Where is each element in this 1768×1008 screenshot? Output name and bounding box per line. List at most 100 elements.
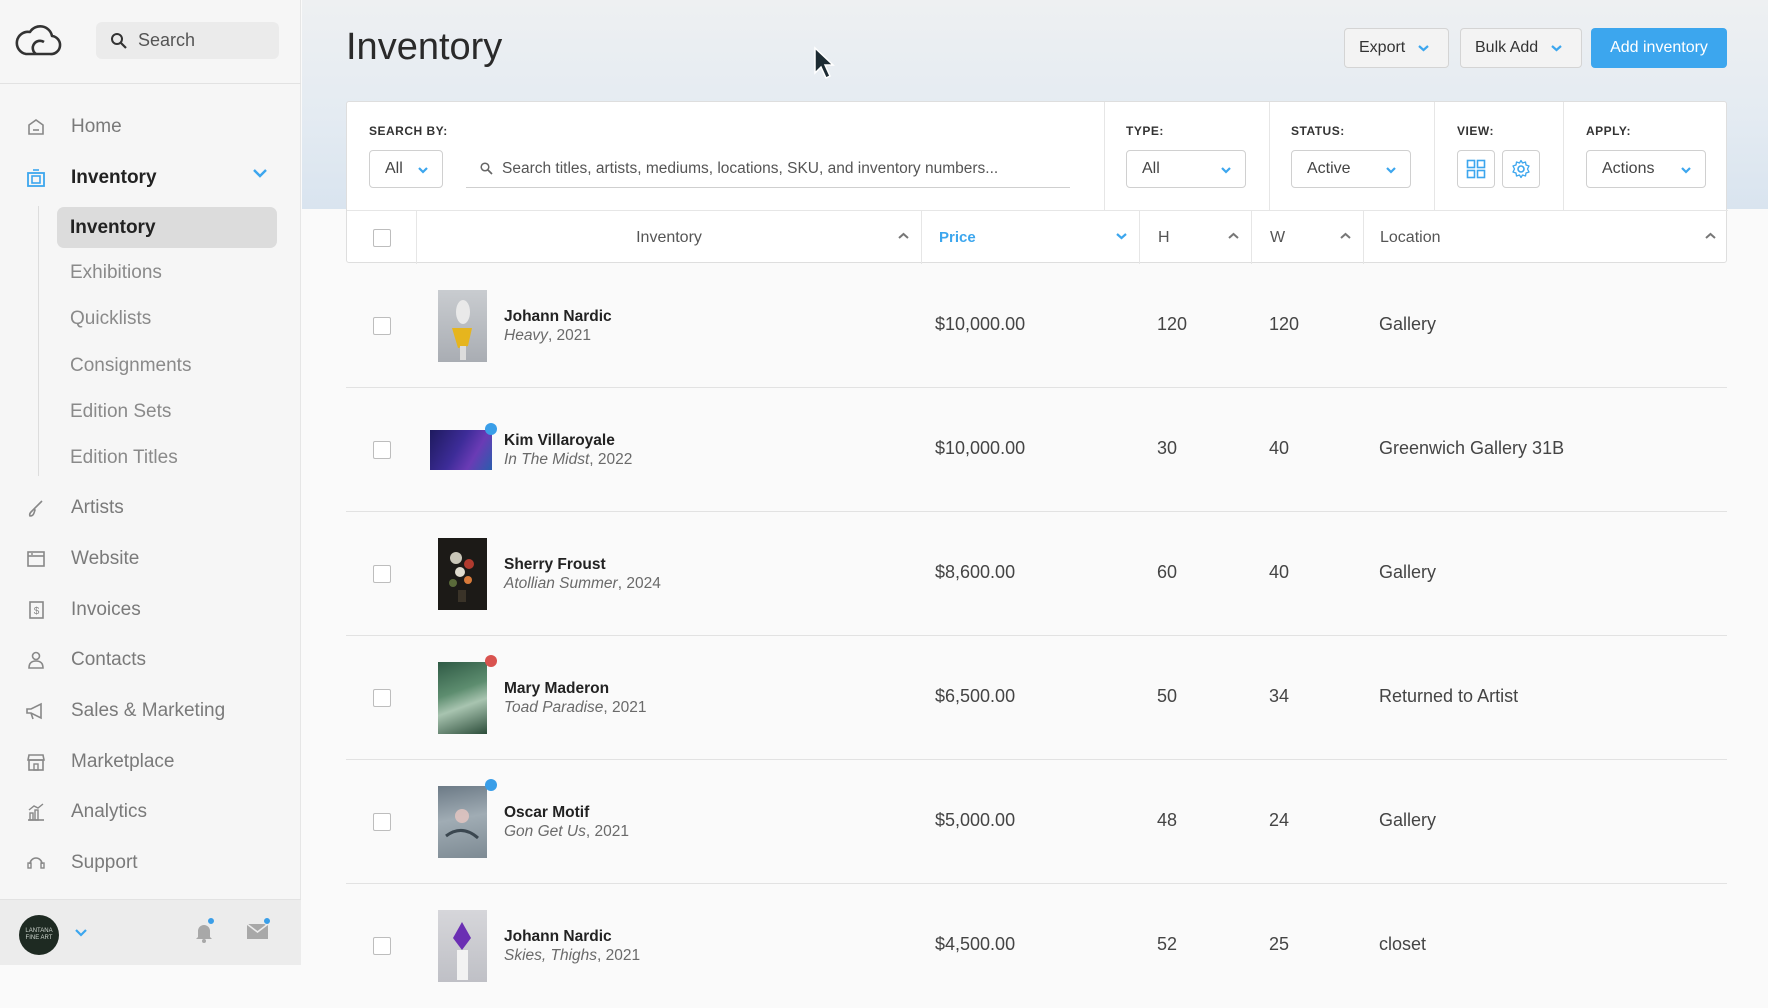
subnav-consignments[interactable]: Consignments (70, 351, 191, 381)
row-checkbox[interactable] (373, 813, 391, 831)
subnav-line (38, 206, 39, 476)
artist-name: Johann Nardic (504, 928, 612, 945)
row-checkbox[interactable] (373, 565, 391, 583)
bulk-add-button-label: Bulk Add (1475, 39, 1539, 56)
row-checkbox[interactable] (373, 441, 391, 459)
col-inventory[interactable]: Inventory (417, 211, 922, 264)
artwork-year: , 2021 (547, 327, 592, 344)
select-all-checkbox[interactable] (372, 228, 391, 247)
type-select[interactable]: All (1126, 150, 1246, 188)
col-inventory-label: Inventory (636, 228, 702, 246)
price-cell: $6,500.00 (935, 686, 1016, 706)
artwork-year: , 2021 (585, 823, 629, 840)
megaphone-icon (25, 700, 47, 722)
artwork-thumbnail[interactable] (438, 786, 487, 858)
chevron-down-icon (1681, 167, 1691, 174)
col-price[interactable]: Price (922, 211, 1140, 264)
table-row[interactable]: Mary Maderon Toad Paradise, 2021 $6,500.… (346, 636, 1727, 760)
status-value: Active (1307, 160, 1351, 177)
sidebar-divider (0, 83, 301, 84)
col-location-label: Location (1380, 228, 1441, 246)
col-location[interactable]: Location (1364, 211, 1728, 264)
cloud-logo-icon[interactable] (14, 20, 62, 58)
artwork-thumbnail[interactable] (438, 910, 487, 982)
subnav-edition-sets[interactable]: Edition Sets (70, 397, 171, 427)
chevron-down-icon[interactable] (252, 168, 268, 178)
artwork-thumbnail[interactable] (430, 430, 492, 470)
nav-support[interactable]: Support (25, 848, 138, 878)
artwork-thumbnail[interactable] (438, 290, 487, 362)
nav-sales-marketing[interactable]: Sales & Marketing (25, 696, 225, 726)
avatar[interactable]: LANTANA FINE ART (19, 915, 59, 955)
search-icon (480, 162, 493, 175)
table-row[interactable]: Sherry Froust Atollian Summer, 2024 $8,6… (346, 512, 1727, 636)
subnav-edition-titles[interactable]: Edition Titles (70, 443, 178, 473)
nav-marketplace-label: Marketplace (71, 751, 175, 772)
export-button[interactable]: Export (1344, 28, 1449, 68)
artwork-title: Gon Get Us, 2021 (504, 823, 629, 841)
artist-name: Oscar Motif (504, 804, 590, 821)
table-row[interactable]: Oscar Motif Gon Get Us, 2021 $5,000.00 4… (346, 760, 1727, 884)
mail-dot (263, 917, 271, 925)
nav-inventory[interactable]: Inventory (25, 163, 157, 193)
nav-analytics-label: Analytics (71, 801, 148, 822)
price-cell: $8,600.00 (935, 562, 1016, 582)
artwork-thumbnail[interactable] (438, 538, 487, 610)
bulk-add-button[interactable]: Bulk Add (1460, 28, 1582, 68)
subnav-exhibitions[interactable]: Exhibitions (70, 258, 162, 288)
nav-website[interactable]: Website (25, 544, 139, 574)
grid-view-button[interactable] (1457, 150, 1495, 188)
price-cell: $10,000.00 (935, 314, 1026, 334)
subnav-inventory[interactable]: Inventory (57, 207, 277, 248)
width-cell: 24 (1269, 810, 1290, 830)
inventory-search-input[interactable]: Search titles, artists, mediums, locatio… (466, 150, 1070, 188)
nav-home[interactable]: Home (25, 112, 122, 142)
height-cell: 50 (1157, 686, 1178, 706)
sidebar-footer: LANTANA FINE ART (0, 899, 301, 965)
support-icon (25, 852, 47, 874)
nav-invoices[interactable]: $ Invoices (25, 595, 141, 625)
status-dot (485, 423, 497, 435)
add-inventory-button[interactable]: Add inventory (1591, 28, 1727, 68)
col-width[interactable]: W (1252, 211, 1364, 264)
actions-select[interactable]: Actions (1586, 150, 1706, 188)
row-checkbox[interactable] (373, 317, 391, 335)
mail-icon[interactable] (246, 917, 271, 945)
artwork-year: , 2022 (589, 451, 633, 468)
col-height[interactable]: H (1140, 211, 1252, 264)
nav-analytics[interactable]: Analytics (25, 797, 147, 827)
brush-icon (25, 497, 47, 519)
subnav-quicklists[interactable]: Quicklists (70, 304, 151, 334)
width-cell: 120 (1269, 314, 1300, 334)
home-icon (25, 116, 47, 138)
artwork-title: In The Midst, 2022 (504, 451, 632, 469)
nav-artists[interactable]: Artists (25, 493, 124, 523)
sidebar-search[interactable]: Search (96, 22, 279, 59)
status-select[interactable]: Active (1291, 150, 1411, 188)
invoice-icon: $ (25, 599, 47, 621)
location-cell: Returned to Artist (1379, 686, 1519, 706)
browser-icon (25, 548, 47, 570)
chevron-down-icon[interactable] (74, 928, 88, 937)
table-row[interactable]: Johann Nardic Skies, Thighs, 2021 $4,500… (346, 884, 1727, 1008)
nav-contacts[interactable]: Contacts (25, 645, 146, 675)
export-button-label: Export (1359, 39, 1406, 56)
view-settings-button[interactable] (1502, 150, 1540, 188)
location-cell: Gallery (1379, 562, 1437, 582)
row-checkbox[interactable] (373, 937, 391, 955)
search-by-select[interactable]: All (369, 150, 443, 188)
row-checkbox[interactable] (373, 689, 391, 707)
nav-invoices-label: Invoices (71, 599, 141, 620)
chevron-up-icon (1228, 232, 1239, 239)
table-row[interactable]: Kim Villaroyale In The Midst, 2022 $10,0… (346, 388, 1727, 512)
artwork-thumbnail[interactable] (438, 662, 487, 734)
search-icon (111, 32, 127, 49)
actions-value: Actions (1602, 160, 1655, 177)
artwork-title-text: Skies, Thighs (504, 947, 598, 964)
table-row[interactable]: Johann Nardic Heavy, 2021 $10,000.00 120… (346, 264, 1727, 388)
artist-name: Sherry Froust (504, 556, 606, 573)
artwork-title-text: Heavy (504, 327, 548, 344)
nav-marketplace[interactable]: Marketplace (25, 747, 175, 777)
notifications-bell-icon[interactable] (193, 917, 215, 948)
nav-contacts-label: Contacts (71, 649, 146, 670)
